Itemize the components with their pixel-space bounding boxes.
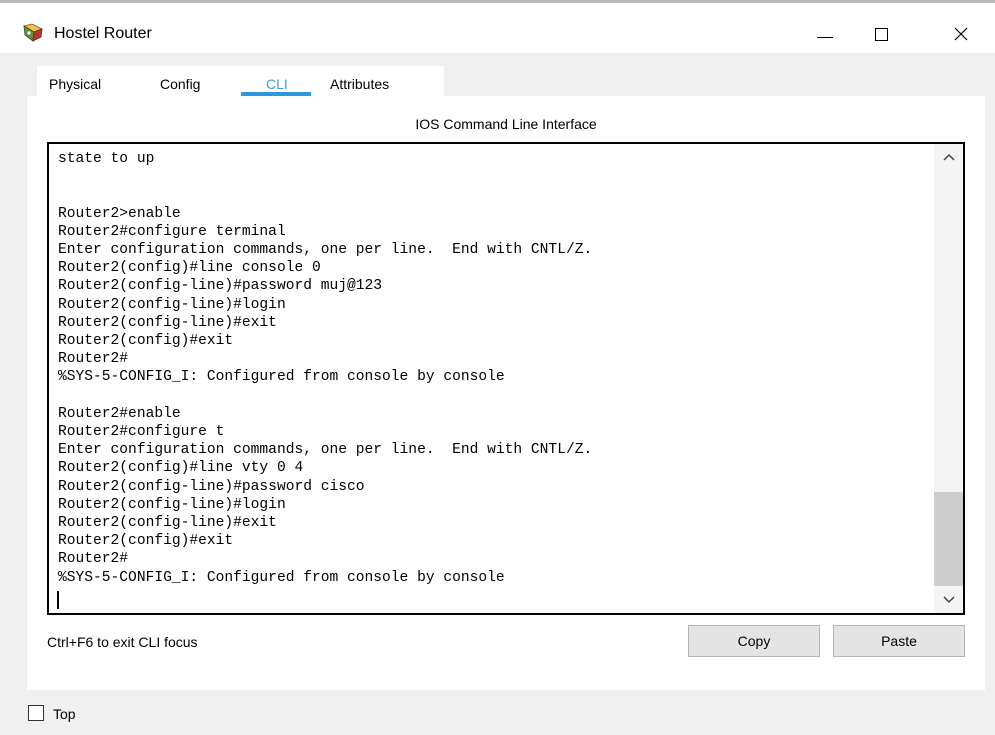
paste-button[interactable]: Paste bbox=[833, 625, 965, 657]
tab-bar: Physical Config CLI Attributes bbox=[37, 66, 444, 96]
title-bar: Hostel Router bbox=[0, 3, 995, 53]
maximize-icon bbox=[874, 27, 888, 41]
chevron-down-icon bbox=[942, 596, 955, 604]
terminal-line: Router2(config-line)#login bbox=[58, 296, 286, 313]
tab-physical[interactable]: Physical bbox=[49, 76, 101, 92]
terminal-line: Router2# bbox=[58, 351, 129, 368]
minimize-icon bbox=[817, 36, 833, 38]
chevron-up-icon bbox=[942, 153, 955, 161]
terminal-line: Router2>enable bbox=[58, 205, 181, 222]
top-checkbox[interactable] bbox=[28, 705, 44, 721]
terminal-output: state to up Router2>enable Router2#config… bbox=[58, 150, 928, 587]
terminal-line: Router2#configure terminal bbox=[58, 223, 286, 240]
tab-attributes[interactable]: Attributes bbox=[330, 76, 389, 92]
scroll-thumb[interactable] bbox=[934, 492, 963, 586]
text-cursor bbox=[57, 591, 59, 609]
window-title: Hostel Router bbox=[54, 25, 152, 42]
terminal-line: Router2(config)#line vty 0 4 bbox=[58, 460, 304, 477]
cli-terminal[interactable]: state to up Router2>enable Router2#config… bbox=[47, 142, 965, 615]
terminal-line: Enter configuration commands, one per li… bbox=[58, 242, 593, 259]
close-button[interactable] bbox=[938, 17, 984, 51]
tab-cli[interactable]: CLI bbox=[266, 76, 288, 92]
terminal-scrollbar[interactable] bbox=[934, 144, 963, 613]
minimize-button[interactable] bbox=[802, 17, 848, 51]
terminal-line: Router2#enable bbox=[58, 405, 181, 422]
terminal-line: Router2#configure t bbox=[58, 424, 225, 441]
terminal-line: Router2(config-line)#login bbox=[58, 496, 286, 513]
terminal-line: Router2(config-line)#exit bbox=[58, 515, 277, 532]
terminal-line: Enter configuration commands, one per li… bbox=[58, 442, 593, 459]
scroll-down-button[interactable] bbox=[934, 587, 963, 613]
terminal-line: Router2(config)#exit bbox=[58, 533, 234, 550]
terminal-line: Router2# bbox=[58, 551, 129, 568]
terminal-line: Router2(config)#exit bbox=[58, 333, 234, 350]
terminal-line: Router2(config-line)#password muj@123 bbox=[58, 278, 383, 295]
tab-config[interactable]: Config bbox=[160, 76, 200, 92]
terminal-line: %SYS-5-CONFIG_I: Configured from console… bbox=[58, 369, 505, 386]
terminal-line: Router2(config-line)#exit bbox=[58, 314, 277, 331]
router-icon bbox=[22, 23, 43, 42]
cli-focus-hint: Ctrl+F6 to exit CLI focus bbox=[47, 634, 198, 650]
terminal-line: state to up bbox=[58, 151, 155, 167]
terminal-line: Router2(config)#line console 0 bbox=[58, 260, 321, 277]
top-checkbox-label: Top bbox=[53, 706, 76, 722]
close-icon bbox=[954, 27, 968, 41]
terminal-line: %SYS-5-CONFIG_I: Configured from console… bbox=[58, 569, 505, 586]
terminal-line: Router2(config-line)#password cisco bbox=[58, 478, 365, 495]
copy-button[interactable]: Copy bbox=[688, 625, 820, 657]
scroll-up-button[interactable] bbox=[934, 144, 963, 170]
maximize-button[interactable] bbox=[858, 17, 904, 51]
cli-heading: IOS Command Line Interface bbox=[415, 116, 597, 132]
